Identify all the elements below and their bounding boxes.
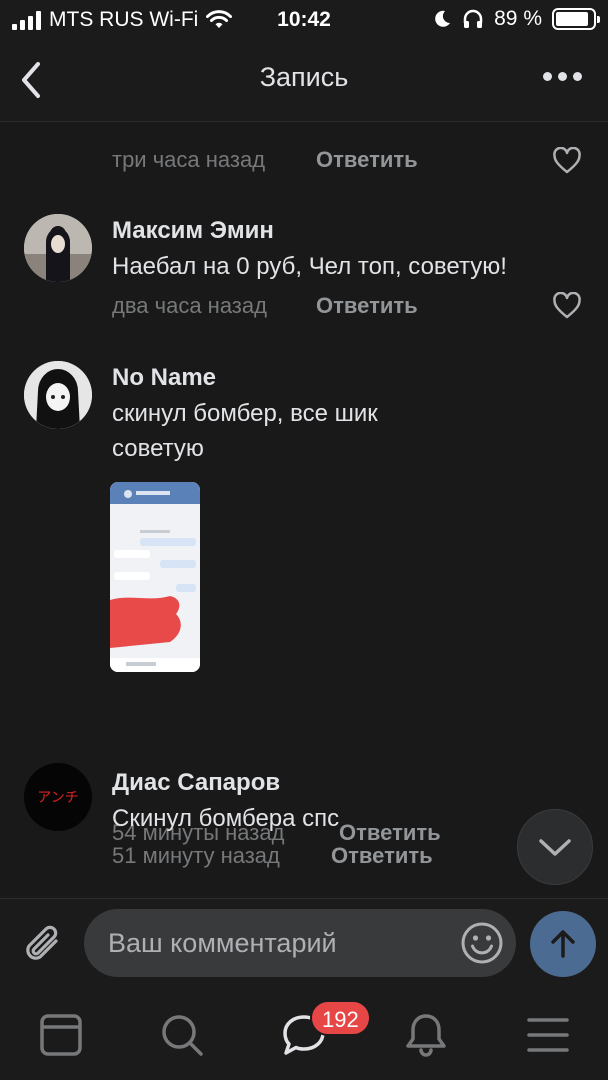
headphones-icon bbox=[463, 9, 483, 28]
nav-header: Запись bbox=[0, 40, 608, 122]
heart-icon[interactable] bbox=[552, 147, 582, 175]
comment-item: Максим Эмин Наебал на 0 руб, Чел топ, со… bbox=[0, 211, 608, 331]
chevron-down-icon bbox=[539, 839, 571, 856]
dot-icon bbox=[558, 72, 567, 81]
avatar[interactable] bbox=[24, 214, 92, 282]
send-button[interactable] bbox=[530, 911, 596, 977]
comment-time: три часа назад bbox=[112, 147, 266, 172]
feed-icon[interactable] bbox=[37, 1012, 85, 1058]
reply-button[interactable]: Ответить bbox=[331, 843, 433, 869]
menu-icon[interactable] bbox=[524, 1012, 572, 1058]
comment-item: No Name скинул бомбер, все шик советую 5… bbox=[0, 358, 608, 845]
comments-feed[interactable]: три часа назад Ответить Максим Эмин Наеб… bbox=[0, 123, 608, 898]
moon-icon bbox=[435, 10, 451, 27]
heart-icon[interactable] bbox=[552, 292, 582, 320]
battery-icon bbox=[552, 8, 600, 30]
reply-button[interactable]: Ответить bbox=[316, 293, 418, 319]
page-title: Запись bbox=[259, 62, 349, 92]
avatar[interactable] bbox=[24, 361, 92, 429]
comment-text: скинул бомбер, все шик советую bbox=[112, 400, 378, 462]
comment-author[interactable]: Максим Эмин bbox=[112, 217, 274, 245]
status-right: 89 % bbox=[432, 7, 600, 31]
comment-item: три часа назад Ответить bbox=[0, 123, 608, 193]
comment-author[interactable]: No Name bbox=[112, 364, 216, 392]
comment-author[interactable]: Диас Сапаров bbox=[112, 769, 280, 797]
comment-time: 51 минуту назад bbox=[112, 843, 280, 868]
scroll-down-button[interactable] bbox=[517, 809, 593, 885]
arrow-up-icon bbox=[551, 930, 575, 958]
reply-button[interactable]: Ответить bbox=[316, 147, 418, 173]
more-options-button[interactable] bbox=[543, 72, 582, 81]
comment-composer bbox=[0, 898, 608, 990]
avatar-text: アンチ bbox=[37, 789, 79, 805]
comment-text: Наебал на 0 руб, Чел топ, советую! bbox=[112, 253, 507, 280]
dot-icon bbox=[573, 72, 582, 81]
comment-item: アンチ Диас Сапаров Скинул бомбера спс 51 м… bbox=[0, 763, 608, 893]
comment-input[interactable] bbox=[84, 909, 516, 977]
comment-time: два часа назад bbox=[112, 293, 267, 318]
avatar[interactable]: アンチ bbox=[24, 763, 92, 831]
comment-text: Скинул бомбера спс bbox=[112, 805, 340, 832]
battery-label: 89 % bbox=[494, 7, 542, 30]
search-icon[interactable] bbox=[158, 1012, 206, 1058]
tab-bar bbox=[0, 990, 608, 1080]
status-bar: MTS RUS Wi-Fi 10:42 89 % bbox=[0, 0, 608, 40]
attached-screenshot[interactable] bbox=[110, 482, 200, 672]
paperclip-icon[interactable] bbox=[22, 921, 66, 967]
notifications-icon[interactable] bbox=[402, 1012, 450, 1058]
messages-badge: 192 bbox=[310, 1000, 371, 1036]
dot-icon bbox=[543, 72, 552, 81]
emoji-icon[interactable] bbox=[460, 921, 504, 965]
